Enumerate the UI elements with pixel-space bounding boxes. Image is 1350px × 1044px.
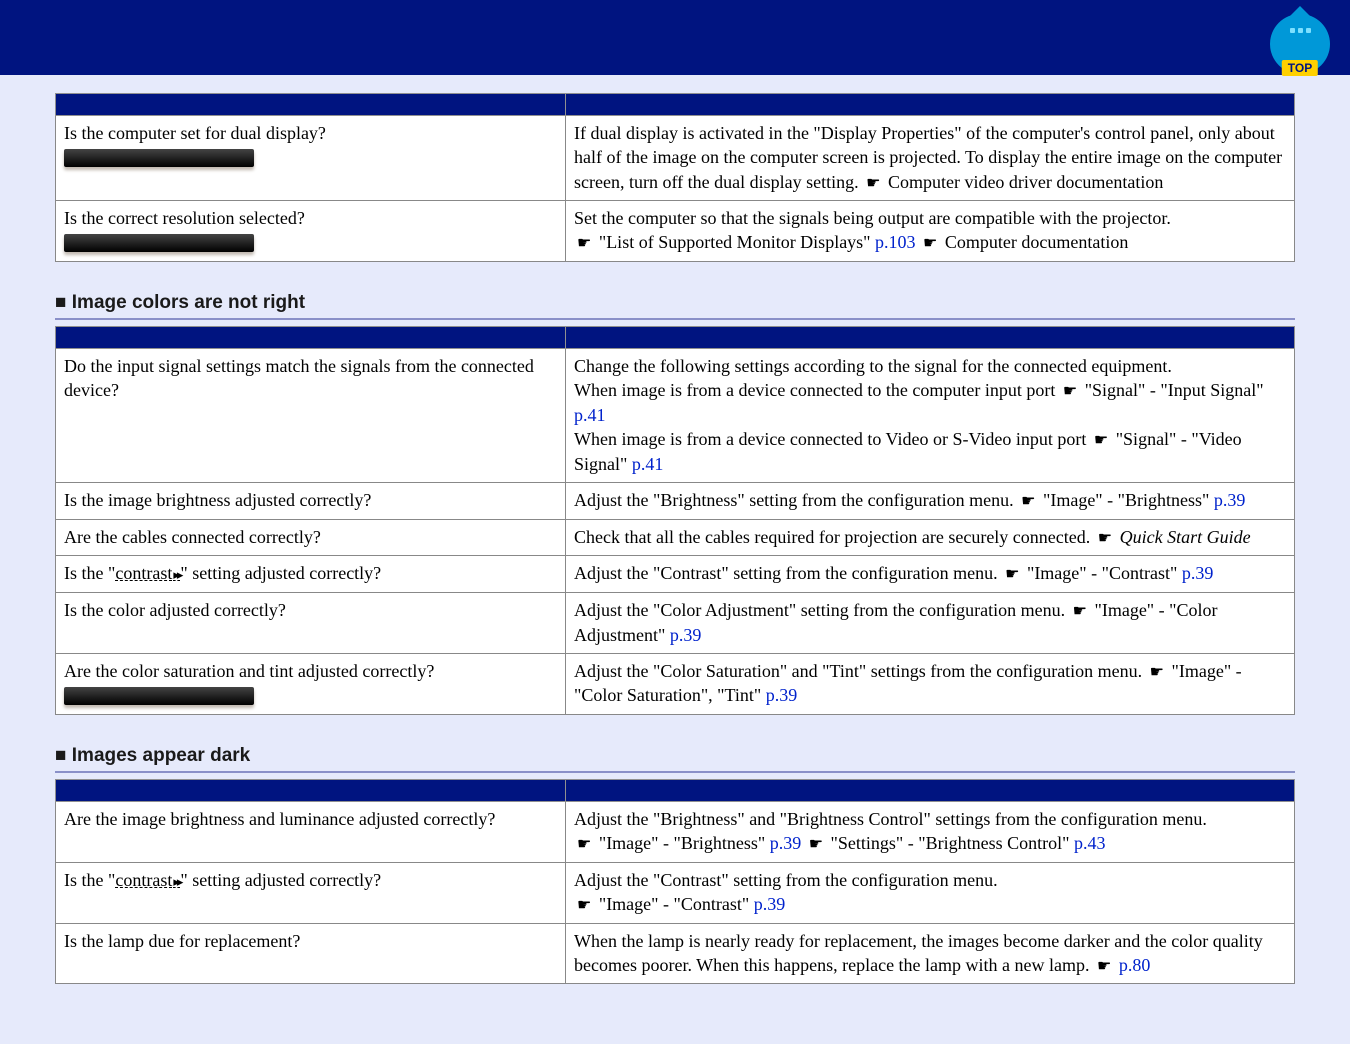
question-cell: Is the computer set for dual display? [56,116,566,201]
table-row: Are the color saturation and tint adjust… [56,653,1295,714]
pointer-icon [574,833,594,853]
question-cell: Is the image brightness adjusted correct… [56,483,566,520]
answer-cell: Set the computer so that the signals bei… [566,201,1295,262]
question-cell: Do the input signal settings match the s… [56,349,566,483]
th-blank [566,779,1295,801]
question-cell: Are the color saturation and tint adjust… [56,653,566,714]
pointer-icon [806,833,826,853]
pointer-icon [1091,429,1111,449]
guide-ref: Quick Start Guide [1120,527,1251,547]
pointer-icon [1060,380,1080,400]
th-blank [56,779,566,801]
table-row: Is the "contrast" setting adjusted corre… [56,556,1295,593]
answer-cell: Change the following settings according … [566,349,1295,483]
troubleshoot-table: Do the input signal settings match the s… [55,326,1295,715]
page-link[interactable]: p.80 [1119,955,1151,975]
th-blank [56,94,566,116]
pointer-icon [574,894,594,914]
answer-cell: Adjust the "Brightness" setting from the… [566,483,1295,520]
intro-table: Is the computer set for dual display?If … [55,93,1295,262]
pointer-icon [920,232,940,252]
question-cell: Is the "contrast" setting adjusted corre… [56,862,566,923]
question-cell: Is the lamp due for replacement? [56,923,566,984]
answer-cell: Adjust the "Contrast" setting from the c… [566,862,1295,923]
answer-cell: Adjust the "Color Saturation" and "Tint"… [566,653,1295,714]
table-row: Is the lamp due for replacement?When the… [56,923,1295,984]
question-cell: Are the cables connected correctly? [56,519,566,556]
section-heading: ■ Image colors are not right [55,292,1295,320]
pointer-icon [1147,661,1167,681]
th-blank [566,327,1295,349]
table-row: Are the image brightness and luminance a… [56,801,1295,862]
pointer-icon [1002,563,1022,583]
page-content: Is the computer set for dual display?If … [0,75,1350,1044]
pointer-icon [1094,955,1114,975]
subcategory-bar [64,234,254,252]
th-blank [56,327,566,349]
page-link[interactable]: p.41 [632,454,664,474]
square-bullet-icon: ■ [55,745,72,766]
pointer-icon [1018,490,1038,510]
pointer-icon [574,232,594,252]
table-row: Is the computer set for dual display?If … [56,116,1295,201]
pointer-icon [863,172,883,192]
header-banner: TOP [0,0,1350,75]
question-cell: Is the "contrast" setting adjusted corre… [56,556,566,593]
page-link[interactable]: p.39 [766,685,798,705]
th-blank [566,94,1295,116]
table-row: Is the correct resolution selected?Set t… [56,201,1295,262]
table-row: Do the input signal settings match the s… [56,349,1295,483]
page-link[interactable]: p.39 [1182,563,1214,583]
glossary-link[interactable]: contrast [115,870,180,890]
badge-dots-icon [1290,28,1311,33]
page-link[interactable]: p.43 [1074,833,1106,853]
page-link[interactable]: p.103 [875,232,916,252]
subcategory-bar [64,687,254,705]
section-heading: ■ Images appear dark [55,745,1295,773]
table-row: Is the color adjusted correctly?Adjust t… [56,592,1295,653]
question-cell: Is the correct resolution selected? [56,201,566,262]
answer-cell: If dual display is activated in the "Dis… [566,116,1295,201]
glossary-link[interactable]: contrast [115,563,180,583]
question-cell: Are the image brightness and luminance a… [56,801,566,862]
page-link[interactable]: p.39 [770,833,802,853]
table-row: Are the cables connected correctly?Check… [56,519,1295,556]
table-row: Is the image brightness adjusted correct… [56,483,1295,520]
table-row: Is the "contrast" setting adjusted corre… [56,862,1295,923]
answer-cell: Check that all the cables required for p… [566,519,1295,556]
page-link[interactable]: p.41 [574,405,606,425]
top-nav-badge[interactable]: TOP [1270,14,1330,74]
subcategory-bar [64,149,254,167]
page-link[interactable]: p.39 [754,894,786,914]
pointer-icon [1070,600,1090,620]
page-link[interactable]: p.39 [1214,490,1246,510]
square-bullet-icon: ■ [55,292,72,313]
answer-cell: Adjust the "Brightness" and "Brightness … [566,801,1295,862]
page-link[interactable]: p.39 [670,625,702,645]
top-badge-label: TOP [1282,60,1318,76]
answer-cell: Adjust the "Contrast" setting from the c… [566,556,1295,593]
question-cell: Is the color adjusted correctly? [56,592,566,653]
answer-cell: Adjust the "Color Adjustment" setting fr… [566,592,1295,653]
pointer-icon [1095,527,1115,547]
answer-cell: When the lamp is nearly ready for replac… [566,923,1295,984]
